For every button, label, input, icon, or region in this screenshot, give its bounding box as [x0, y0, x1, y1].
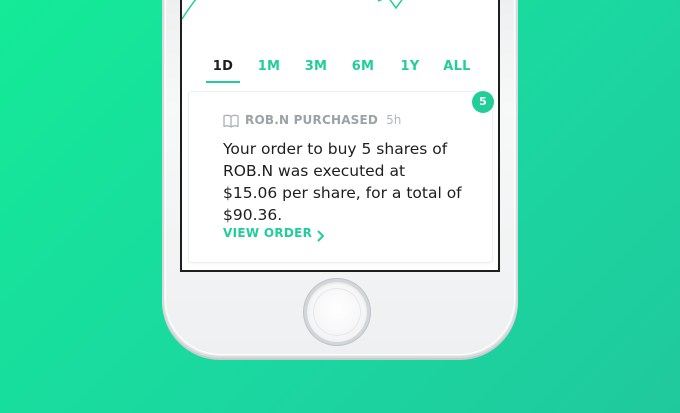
notification-title: ROB.N PURCHASED — [245, 113, 379, 127]
notification-message: Your order to buy 5 shares of ROB.N was … — [223, 140, 462, 224]
view-order-link[interactable]: VIEW ORDER — [223, 226, 325, 242]
home-button[interactable] — [307, 282, 367, 342]
chevron-right-icon — [317, 227, 325, 242]
book-icon — [223, 113, 239, 128]
home-button-ring — [313, 288, 361, 336]
tab-6m[interactable]: 6M — [343, 59, 383, 74]
view-order-label: VIEW ORDER — [223, 226, 313, 240]
price-line-segment — [377, 0, 403, 10]
tab-1d[interactable]: 1D — [203, 59, 243, 74]
notification-card[interactable]: ROB.N PURCHASED 5h Your order to buy 5 s… — [189, 92, 492, 262]
tab-all[interactable]: ALL — [437, 59, 477, 74]
active-tab-indicator — [206, 81, 240, 83]
tab-3m[interactable]: 3M — [296, 59, 336, 74]
card-header: ROB.N PURCHASED 5h — [223, 112, 401, 128]
price-chart — [182, 0, 403, 20]
notification-time: 5h — [386, 113, 402, 127]
app-screen: 1D 1M 3M 6M 1Y ALL ROB.N PURCHASED 5h Yo… — [180, 0, 500, 272]
tab-1m[interactable]: 1M — [249, 59, 289, 74]
notification-count-badge[interactable]: 5 — [472, 91, 494, 113]
tab-1y[interactable]: 1Y — [390, 59, 430, 74]
price-line — [182, 0, 197, 20]
